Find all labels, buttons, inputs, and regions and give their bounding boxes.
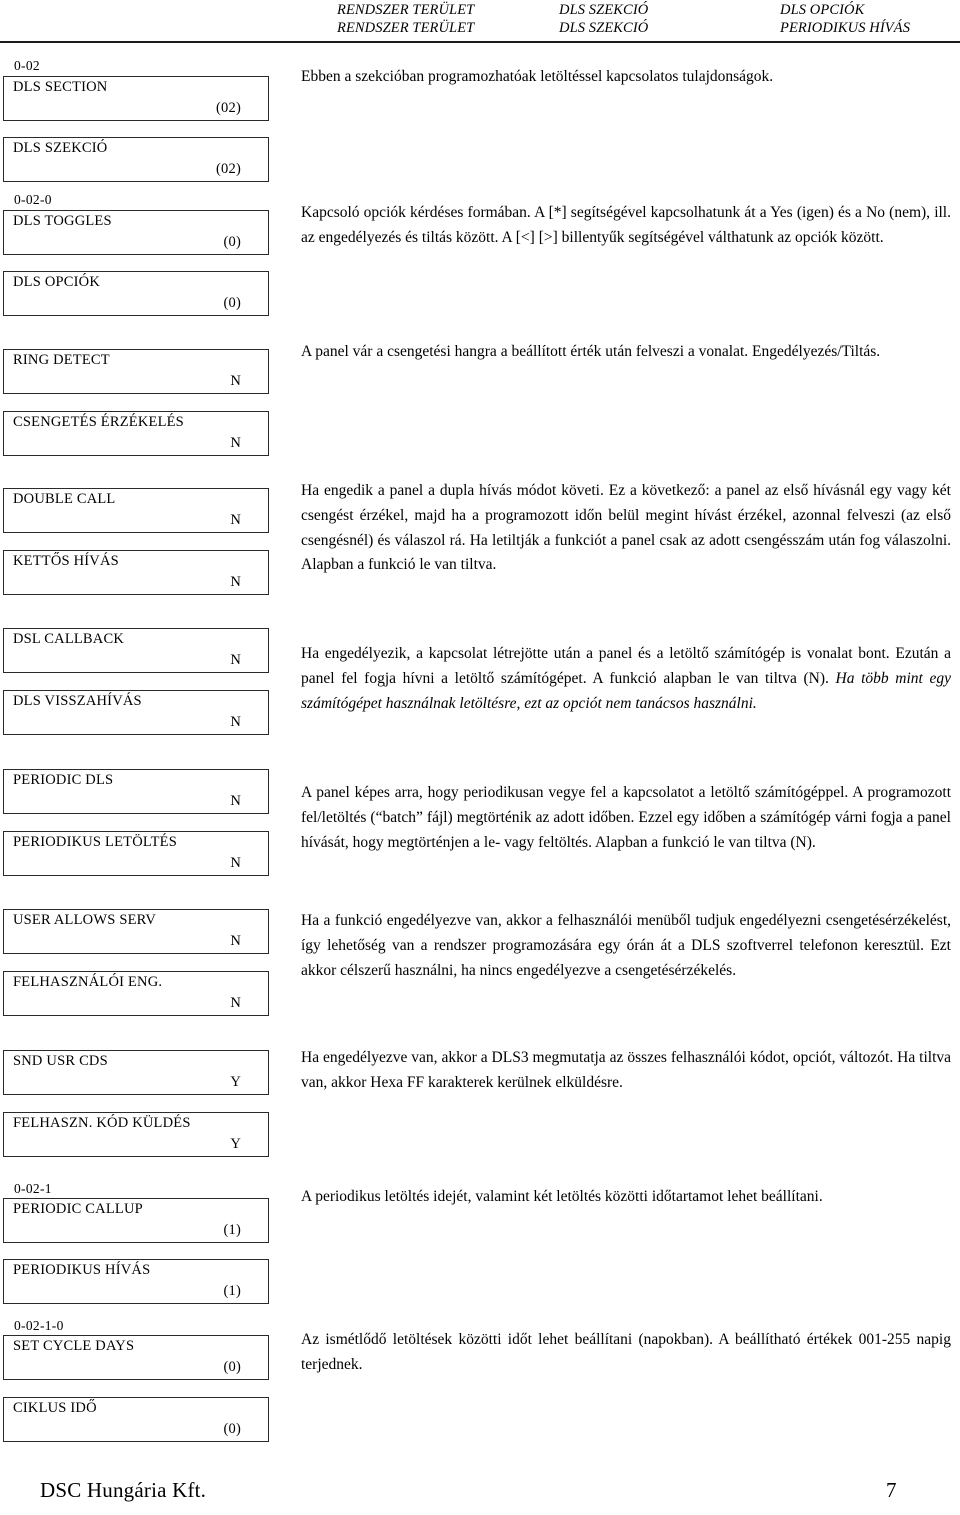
section-code-dls-toggles: 0-02-0 (14, 192, 52, 207)
lcd-label: SND USR CDS (13, 1053, 108, 1069)
lcd-label: CSENGETÉS ÉRZÉKELÉS (13, 414, 184, 430)
lcd-value: (02) (216, 161, 241, 177)
lcd-label: DLS TOGGLES (13, 213, 112, 229)
lcd-value: N (230, 793, 241, 809)
header-col3-row1: DLS OPCIÓK (780, 2, 865, 18)
lcd-box-dls-visszahivas[interactable]: DLS VISSZAHÍVÁS N (3, 690, 269, 735)
lcd-label: PERIODIC DLS (13, 772, 114, 788)
footer-page-number: 7 (886, 1478, 897, 1502)
lcd-box-felhaszn-kod-kuldes[interactable]: FELHASZN. KÓD KÜLDÉS Y (3, 1112, 269, 1157)
lcd-box-dsl-callback[interactable]: DSL CALLBACK N (3, 628, 269, 673)
footer-company-name: DSC Hungária Kft. (40, 1478, 207, 1502)
lcd-box-dls-szekcio[interactable]: DLS SZEKCIÓ (02) (3, 137, 269, 182)
lcd-box-dls-section[interactable]: DLS SECTION (02) (3, 76, 269, 121)
lcd-value: (0) (223, 295, 241, 311)
lcd-value: N (230, 714, 241, 730)
lcd-value: N (230, 574, 241, 590)
lcd-label: RING DETECT (13, 352, 110, 368)
lcd-value: N (230, 933, 241, 949)
lcd-label: PERIODIC CALLUP (13, 1201, 143, 1217)
header-col1-row1: RENDSZER TERÜLET (337, 2, 475, 18)
lcd-box-ciklus-ido[interactable]: CIKLUS IDŐ (0) (3, 1397, 269, 1442)
lcd-value: N (230, 512, 241, 528)
lcd-label: CIKLUS IDŐ (13, 1400, 97, 1416)
section-code-set-cycle-days: 0-02-1-0 (14, 1318, 64, 1333)
section-code-dls-section: 0-02 (14, 58, 40, 73)
header-row-hungarian: RENDSZER TERÜLET DLS SZEKCIÓ PERIODIKUS … (0, 20, 960, 38)
lcd-label: PERIODIKUS LETÖLTÉS (13, 834, 177, 850)
lcd-box-periodikus-letoltes[interactable]: PERIODIKUS LETÖLTÉS N (3, 831, 269, 876)
lcd-label: USER ALLOWS SERV (13, 912, 157, 928)
lcd-value: Y (230, 1074, 241, 1090)
lcd-value: (0) (223, 1359, 241, 1375)
description-periodic-dls: A panel képes arra, hogy periodikusan ve… (301, 784, 951, 851)
lcd-box-double-call[interactable]: DOUBLE CALL N (3, 488, 269, 533)
lcd-label: DSL CALLBACK (13, 631, 125, 647)
lcd-value: (0) (223, 1421, 241, 1437)
lcd-label: FELHASZN. KÓD KÜLDÉS (13, 1115, 191, 1131)
page-header: RENDSZER TERÜLET DLS SZEKCIÓ DLS OPCIÓK … (0, 0, 960, 44)
lcd-value: N (230, 435, 241, 451)
description-dsl-callback: Ha engedélyezik, a kapcsolat létrejötte … (301, 642, 951, 716)
header-row-english: RENDSZER TERÜLET DLS SZEKCIÓ DLS OPCIÓK (0, 2, 960, 20)
lcd-box-dls-opciok[interactable]: DLS OPCIÓK (0) (3, 271, 269, 316)
lcd-label: FELHASZNÁLÓI ENG. (13, 974, 163, 990)
lcd-value: (1) (223, 1222, 241, 1238)
header-col1-row2: RENDSZER TERÜLET (337, 20, 475, 36)
section-code-periodic-callup: 0-02-1 (14, 1181, 52, 1196)
lcd-value: N (230, 652, 241, 668)
lcd-value: (1) (223, 1283, 241, 1299)
description-periodic-callup: A periodikus letöltés idejét, valamint k… (301, 1188, 823, 1205)
lcd-value: (0) (223, 234, 241, 250)
lcd-box-kettos-hivas[interactable]: KETTŐS HÍVÁS N (3, 550, 269, 595)
lcd-label: SET CYCLE DAYS (13, 1338, 135, 1354)
description-double-call: Ha engedik a panel a dupla hívás módot k… (301, 482, 951, 574)
lcd-box-dls-toggles[interactable]: DLS TOGGLES (0) (3, 210, 269, 255)
lcd-label: PERIODIKUS HÍVÁS (13, 1262, 151, 1278)
lcd-box-felhasznaloi-eng[interactable]: FELHASZNÁLÓI ENG. N (3, 971, 269, 1016)
lcd-value: N (230, 995, 241, 1011)
header-col2-row2: DLS SZEKCIÓ (559, 20, 649, 36)
header-col3-row2: PERIODIKUS HÍVÁS (780, 20, 911, 36)
lcd-box-ring-detect[interactable]: RING DETECT N (3, 349, 269, 394)
description-dls-section: Ebben a szekcióban programozhatóak letöl… (301, 68, 774, 85)
lcd-label: DLS VISSZAHÍVÁS (13, 693, 142, 709)
lcd-label: DLS SZEKCIÓ (13, 140, 108, 156)
lcd-label: KETTŐS HÍVÁS (13, 553, 119, 569)
lcd-box-periodikus-hivas[interactable]: PERIODIKUS HÍVÁS (1) (3, 1259, 269, 1304)
header-divider (0, 41, 960, 43)
lcd-value: N (230, 855, 241, 871)
lcd-label: DOUBLE CALL (13, 491, 116, 507)
lcd-box-set-cycle-days[interactable]: SET CYCLE DAYS (0) (3, 1335, 269, 1380)
lcd-box-user-allows-serv[interactable]: USER ALLOWS SERV N (3, 909, 269, 954)
lcd-box-periodic-callup[interactable]: PERIODIC CALLUP (1) (3, 1198, 269, 1243)
lcd-box-csengetes-erzekeles[interactable]: CSENGETÉS ÉRZÉKELÉS N (3, 411, 269, 456)
lcd-label: DLS OPCIÓK (13, 274, 100, 290)
lcd-box-snd-usr-cds[interactable]: SND USR CDS Y (3, 1050, 269, 1095)
description-user-allows-serv: Ha a funkció engedélyezve van, akkor a f… (301, 912, 951, 979)
lcd-box-periodic-dls[interactable]: PERIODIC DLS N (3, 769, 269, 814)
lcd-value: Y (230, 1136, 241, 1152)
lcd-value: N (230, 373, 241, 389)
description-dls-toggles: Kapcsoló opciók kérdéses formában. A [*]… (301, 204, 951, 246)
description-set-cycle-days: Az ismétlődő letöltések közötti időt leh… (301, 1331, 951, 1373)
description-snd-usr-cds: Ha engedélyezve van, akkor a DLS3 megmut… (301, 1049, 951, 1091)
lcd-label: DLS SECTION (13, 79, 108, 95)
description-ring-detect: A panel vár a csengetési hangra a beállí… (301, 343, 881, 360)
header-col2-row1: DLS SZEKCIÓ (559, 2, 649, 18)
lcd-value: (02) (216, 100, 241, 116)
